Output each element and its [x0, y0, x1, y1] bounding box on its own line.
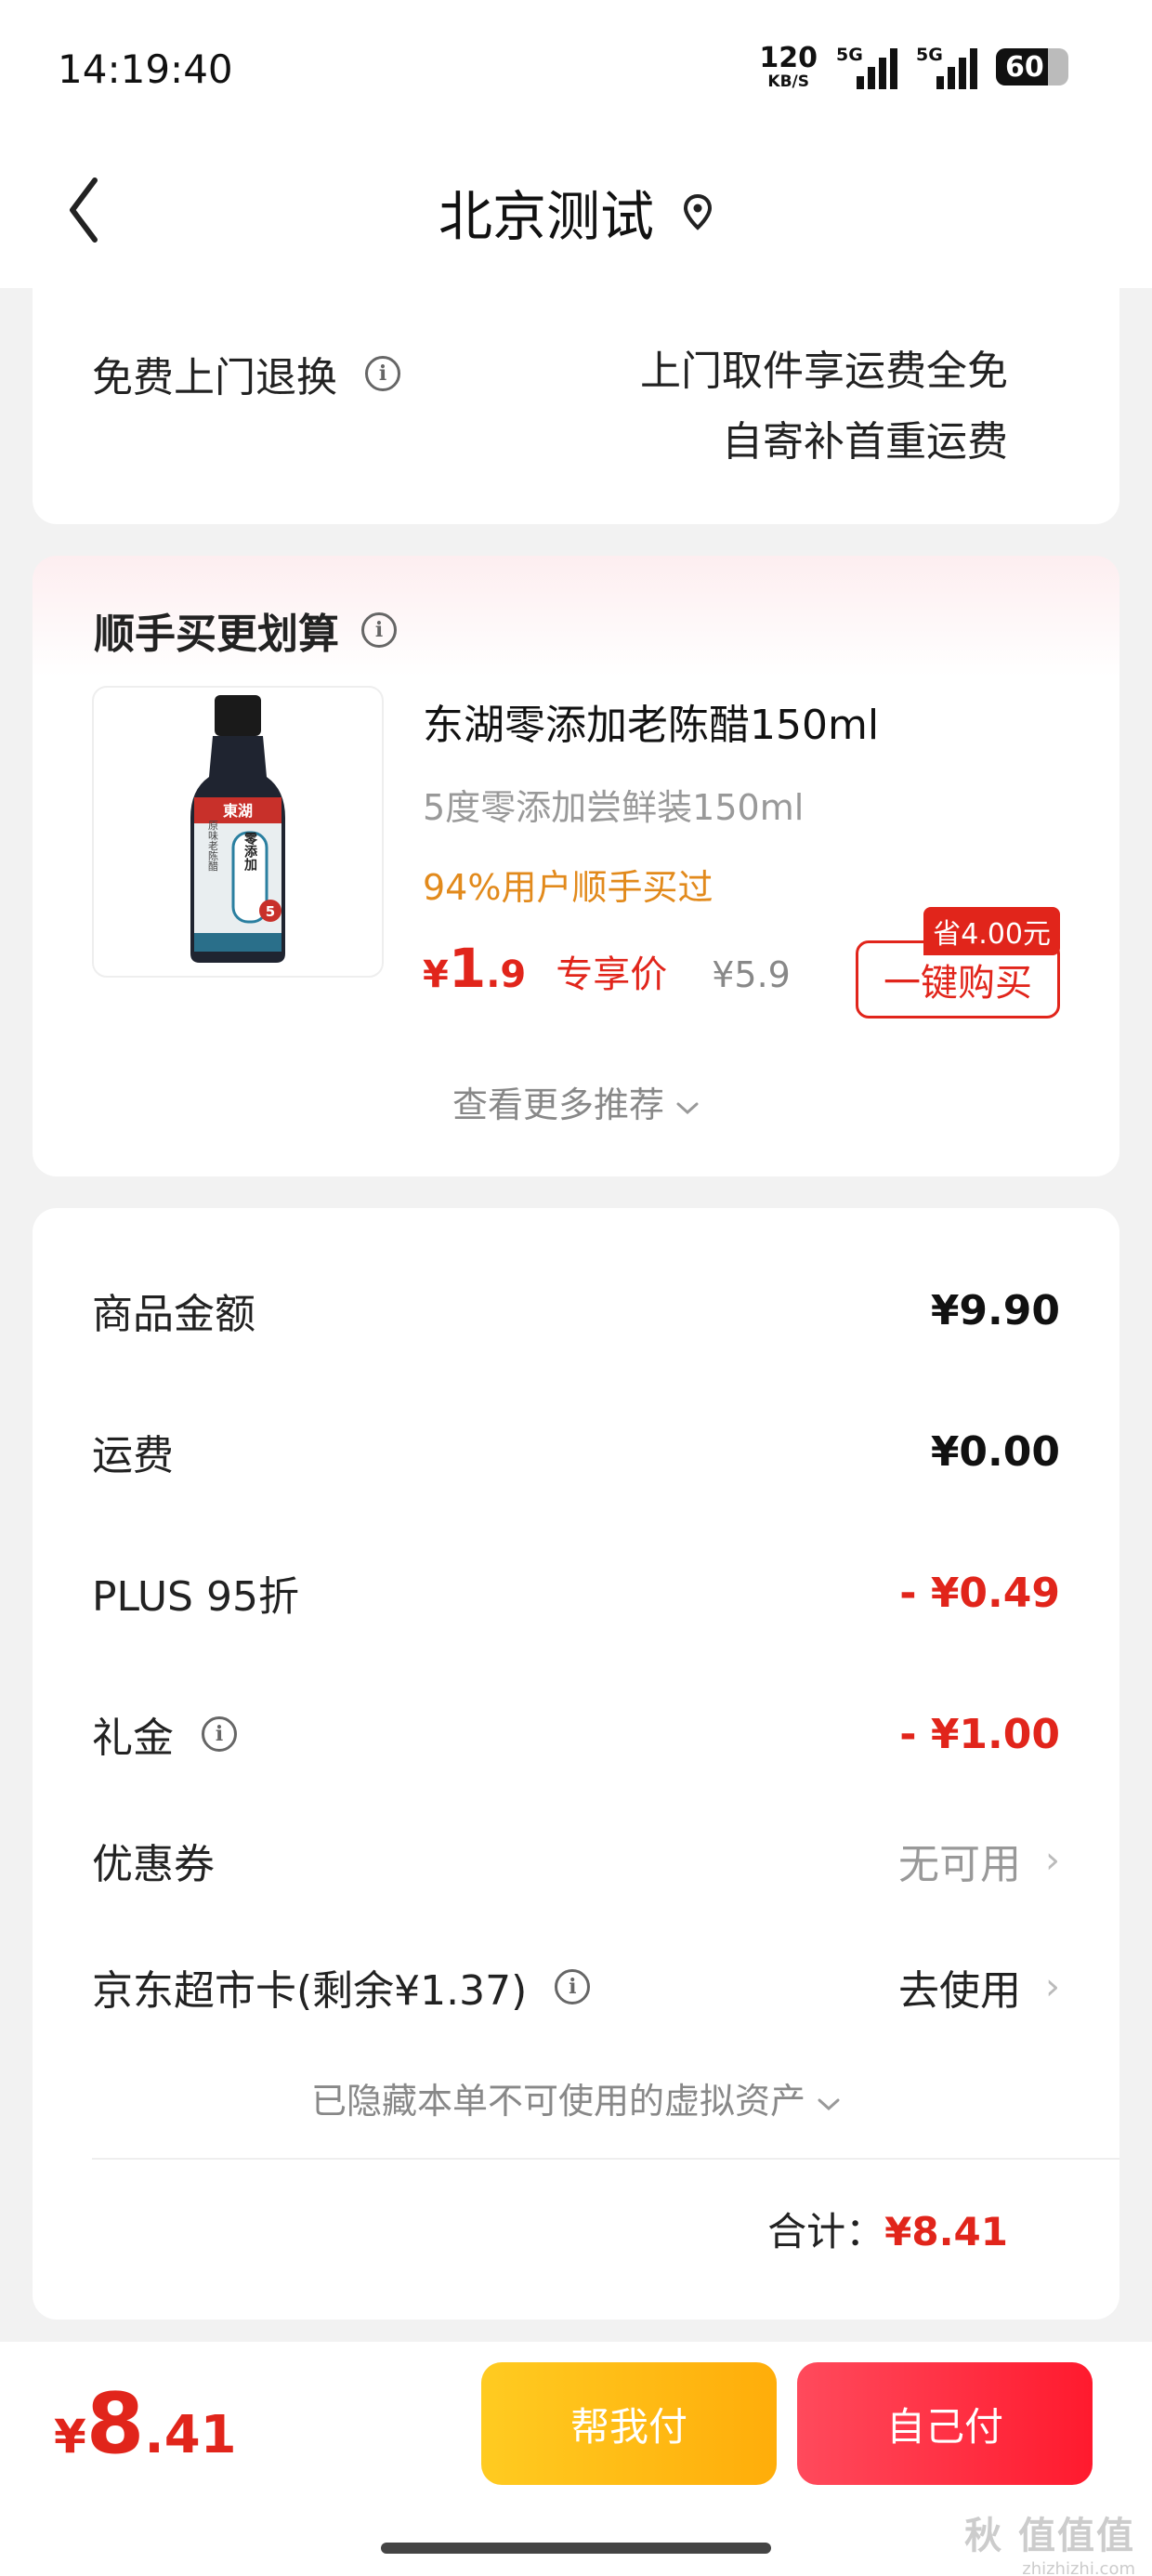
pay-integer: 8 — [85, 2375, 145, 2473]
row-label: 京东超市卡(剩余¥1.37) — [92, 1967, 528, 2015]
price-currency: ¥ — [423, 953, 449, 996]
net-speed-value: 120 — [759, 41, 818, 74]
row-value: ¥0.00 — [930, 1427, 1060, 1476]
row-label: 商品金额 — [92, 1291, 255, 1338]
price-integer: 1 — [448, 937, 487, 1000]
bottle-side-text: 原味老陈醋 — [207, 821, 219, 873]
more-recommendations-link[interactable]: 查看更多推荐 — [33, 1076, 1119, 1127]
total-amount: ¥8.41 — [884, 2209, 1008, 2254]
page-title[interactable]: 北京测试 — [0, 173, 1152, 251]
summary-row-coupon[interactable]: 优惠券 无可用 › — [92, 1823, 1060, 1898]
divider — [92, 2158, 1119, 2160]
row-label: 礼金 — [92, 1715, 174, 1762]
chevron-right-icon: › — [1045, 1965, 1060, 2008]
return-line-2: 自寄补首重运费 — [722, 418, 1008, 466]
pay-myself-button[interactable]: 自己付 — [797, 2362, 1093, 2485]
return-service-detail: 上门取件享运费全免 自寄补首重运费 — [640, 336, 1008, 478]
summary-row-shipping: 运费 ¥0.00 — [92, 1414, 1060, 1489]
pay-amount: ¥ 8 .41 — [54, 2375, 237, 2473]
product-purchase-rate: 94%用户顺手买过 — [423, 867, 713, 908]
row-value: - ¥0.49 — [899, 1569, 1060, 1617]
row-value: 无可用 — [898, 1841, 1021, 1888]
info-icon[interactable]: i — [202, 1716, 237, 1752]
home-indicator[interactable] — [381, 2543, 771, 2554]
recommend-title: 顺手买更划算 i — [94, 600, 397, 660]
info-icon[interactable]: i — [361, 612, 397, 648]
original-price: ¥5.9 — [712, 954, 791, 995]
bottle-label: 零添加 — [242, 831, 258, 872]
price-exclusive-label: 专享价 — [556, 953, 668, 996]
recommend-card: 顺手买更划算 i 東湖 零添加 5 原味老陈醋 东湖零添加老陈醋150ml 5度… — [33, 556, 1119, 1176]
summary-row-plus-discount: PLUS 95折 - ¥0.49 — [92, 1556, 1060, 1630]
summary-row-gift-money: 礼金 i - ¥1.00 — [92, 1697, 1060, 1771]
watermark: 秋 值值值 zhizhizhi.com — [964, 2505, 1135, 2576]
product-image[interactable]: 東湖 零添加 5 原味老陈醋 — [92, 686, 384, 978]
status-time: 14:19:40 — [58, 46, 233, 92]
bottom-pay-bar: ¥ 8 .41 帮我付 自己付 秋 值值值 zhizhizhi.com — [0, 2342, 1152, 2576]
return-service-card: 免费上门退换 i 上门取件享运费全免 自寄补首重运费 — [33, 260, 1119, 524]
product-name[interactable]: 东湖零添加老陈醋150ml — [423, 691, 879, 751]
page-title-text: 北京测试 — [438, 185, 654, 248]
return-line-1: 上门取件享运费全免 — [640, 348, 1008, 395]
row-value: - ¥1.00 — [899, 1710, 1060, 1758]
pay-currency: ¥ — [54, 2410, 86, 2464]
signal-icon: 5G — [836, 45, 897, 89]
info-icon[interactable]: i — [555, 1969, 591, 2004]
net-speed-unit: KB/S — [767, 72, 809, 91]
watermark-line-1: 秋 值值值 — [964, 2515, 1135, 2557]
help-me-pay-button[interactable]: 帮我付 — [481, 2362, 777, 2485]
battery-icon: 60 — [996, 48, 1068, 85]
summary-row-supermarket-card[interactable]: 京东超市卡(剩余¥1.37) i 去使用 › — [92, 1950, 1060, 2024]
bottle-brand: 東湖 — [223, 802, 253, 820]
bottle-degree: 5 — [266, 903, 275, 920]
location-pin-icon — [683, 193, 713, 230]
hidden-assets-toggle[interactable]: 已隐藏本单不可使用的虚拟资产 — [33, 2072, 1119, 2123]
product-spec: 5度零添加尝鲜装150ml — [423, 787, 805, 828]
total-label: 合计： — [767, 2209, 885, 2254]
return-service-label: 免费上门退换 i — [92, 344, 400, 403]
battery-level: 60 — [1005, 51, 1044, 84]
row-value: ¥9.90 — [930, 1286, 1060, 1334]
pay-decimal: .41 — [144, 2405, 237, 2465]
row-label: PLUS 95折 — [92, 1573, 299, 1621]
row-label: 优惠券 — [92, 1841, 215, 1888]
order-total: 合计： ¥8.41 — [767, 2201, 1008, 2257]
save-badge: 省4.00元 — [923, 907, 1060, 955]
info-icon[interactable]: i — [365, 356, 400, 391]
row-value: 去使用 — [898, 1967, 1021, 2015]
summary-row-goods: 商品金额 ¥9.90 — [92, 1273, 1060, 1347]
chevron-down-icon — [676, 1102, 699, 1115]
watermark-line-2: zhizhizhi.com — [1022, 2559, 1135, 2576]
status-icons: 120 KB/S 5G 5G 60 — [759, 41, 1068, 93]
row-label: 运费 — [92, 1432, 174, 1479]
chevron-down-icon — [818, 2098, 840, 2111]
top-bar: 14:19:40 120 KB/S 5G 5G 60 北京测试 — [0, 0, 1152, 288]
product-price: ¥ 1 .9 专享价 ¥5.9 — [423, 937, 791, 1000]
chevron-right-icon: › — [1045, 1839, 1060, 1882]
price-decimal: .9 — [486, 953, 527, 996]
signal-icon: 5G — [916, 45, 977, 89]
net-speed: 120 KB/S — [759, 41, 818, 91]
order-summary-card: 商品金额 ¥9.90 运费 ¥0.00 PLUS 95折 - ¥0.49 礼金 … — [33, 1208, 1119, 2320]
